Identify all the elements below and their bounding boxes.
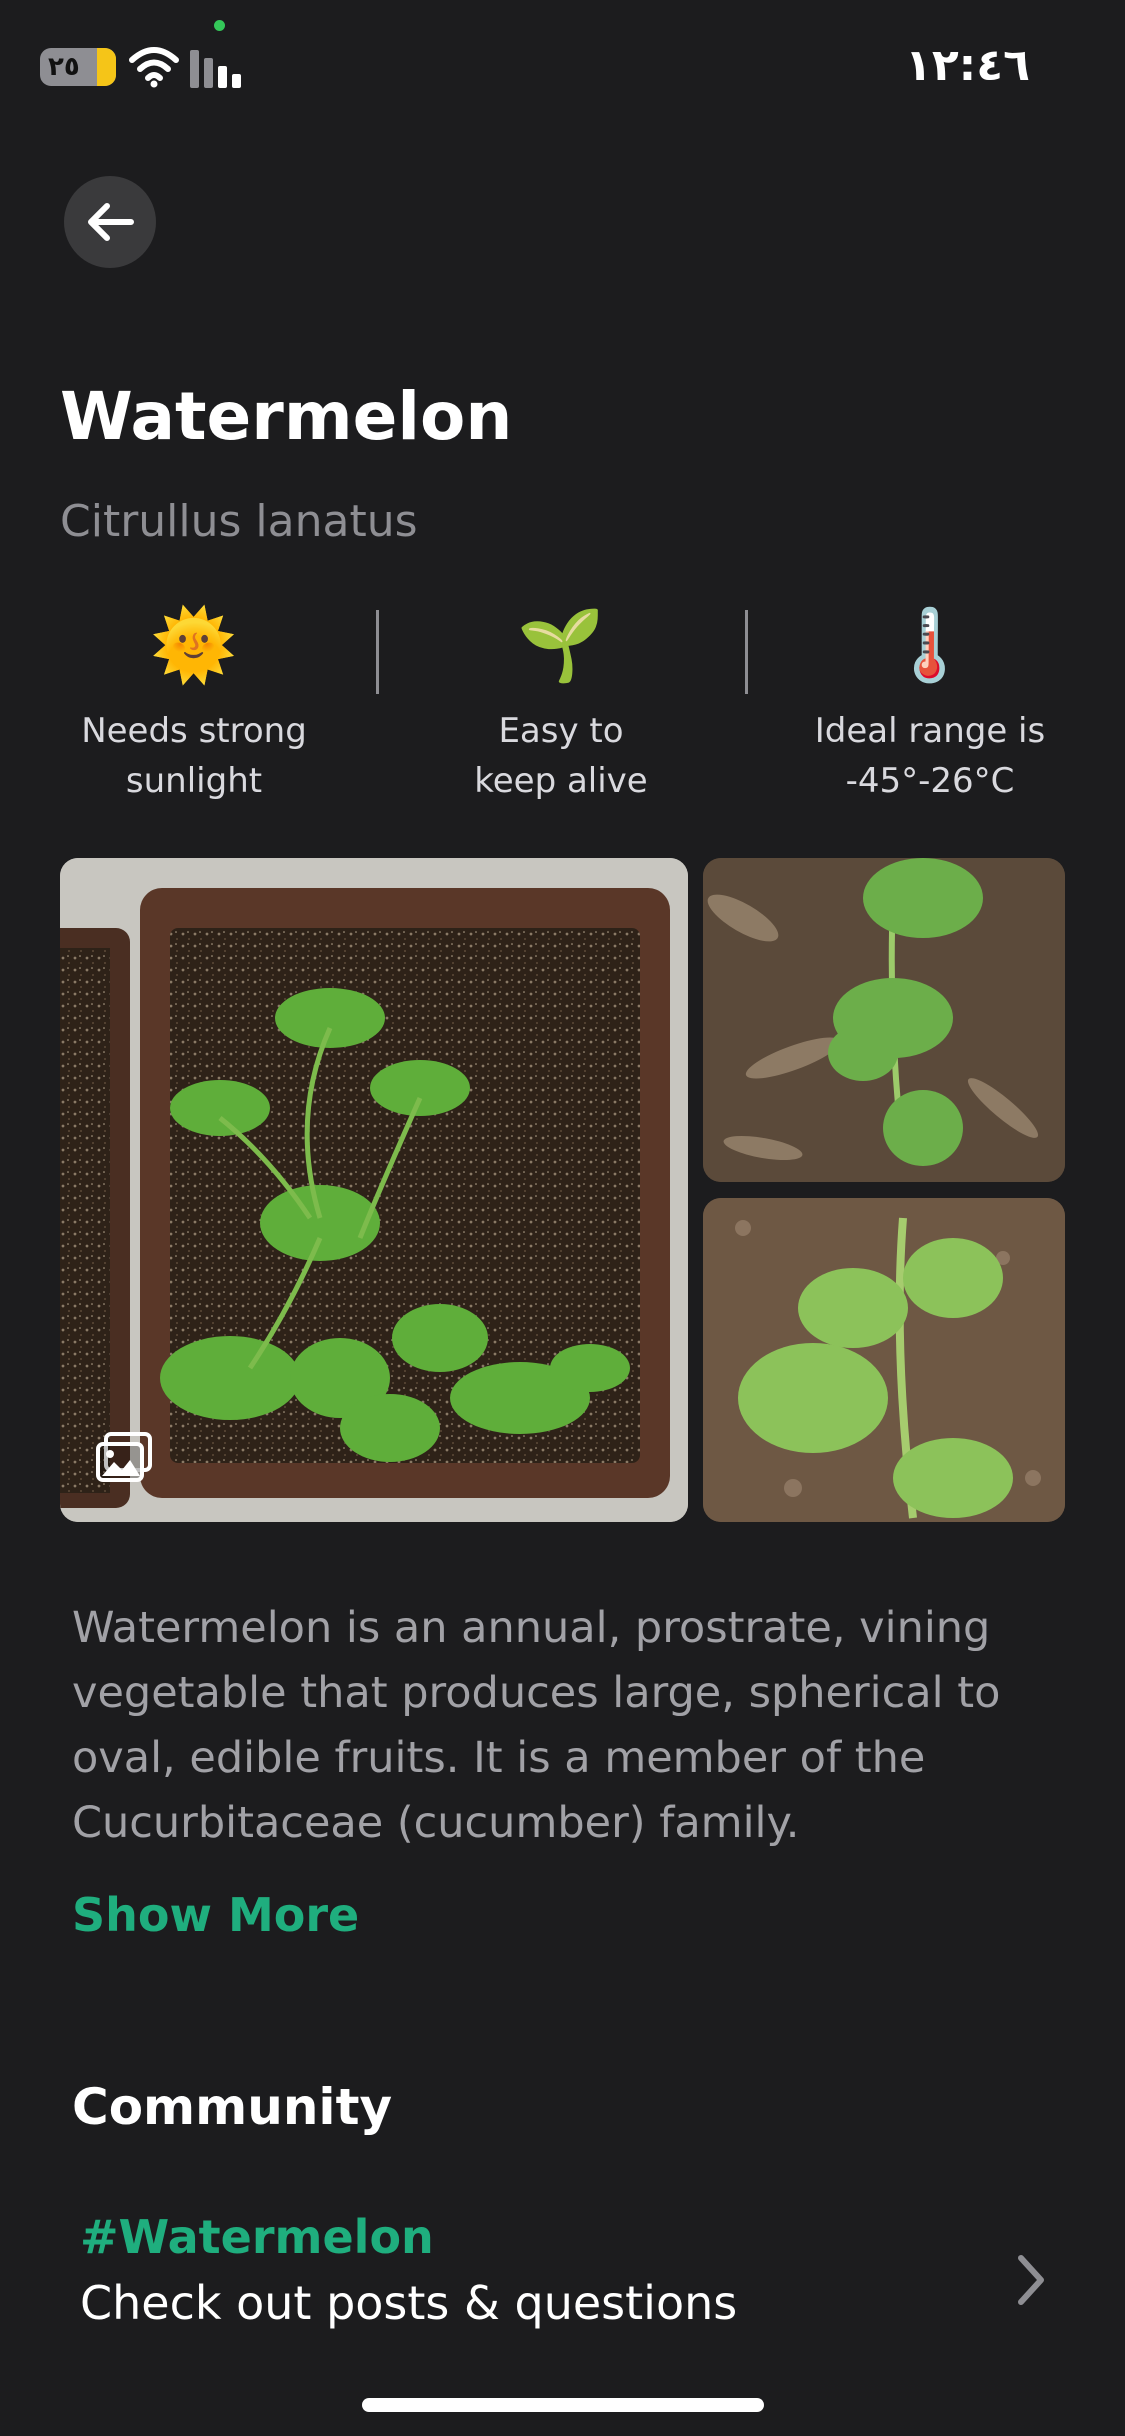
home-indicator[interactable] bbox=[362, 2398, 764, 2412]
scientific-name: Citrullus lanatus bbox=[60, 496, 418, 547]
arrow-left-icon bbox=[88, 203, 134, 241]
care-info-sunlight: 🌞 Needs strong sunlight bbox=[44, 600, 344, 806]
plant-description: Watermelon is an annual, prostrate, vini… bbox=[72, 1603, 1001, 1848]
seedlings-in-pot-image bbox=[60, 858, 688, 1522]
care-label-line1: Needs strong bbox=[81, 711, 307, 751]
battery-label: ٢٥ bbox=[48, 52, 80, 82]
status-bar: ٢٥ ١٢:٤٦ bbox=[0, 0, 1125, 140]
show-more-link[interactable]: Show More bbox=[72, 1888, 359, 1942]
gallery-photo-main[interactable] bbox=[60, 858, 688, 1522]
care-label-line1: Easy to bbox=[498, 711, 624, 751]
gallery-photo-2[interactable] bbox=[703, 858, 1065, 1182]
care-label-line2: -45°-26°C bbox=[845, 761, 1015, 801]
gallery-photo-3[interactable] bbox=[703, 1198, 1065, 1522]
care-label: Needs strong sunlight bbox=[44, 706, 344, 806]
community-heading: Community bbox=[72, 2078, 393, 2136]
care-label-line2: keep alive bbox=[474, 761, 648, 801]
care-info-temperature: 🌡️ Ideal range is -45°-26°C bbox=[780, 600, 1080, 806]
cellular-signal-icon bbox=[190, 50, 241, 88]
community-link-row[interactable]: #Watermelon Check out posts & questions bbox=[60, 2200, 1065, 2360]
seedling-icon: 🌱 bbox=[517, 604, 605, 686]
care-label: Easy to keep alive bbox=[411, 706, 711, 806]
care-info-difficulty: 🌱 Easy to keep alive bbox=[411, 600, 711, 806]
back-button[interactable] bbox=[64, 176, 156, 268]
divider bbox=[376, 610, 379, 694]
care-label: Ideal range is -45°-26°C bbox=[780, 706, 1080, 806]
sun-icon: 🌞 bbox=[150, 604, 238, 686]
page-title: Watermelon bbox=[60, 378, 513, 455]
thermometer-icon: 🌡️ bbox=[886, 604, 974, 686]
gallery-icon[interactable] bbox=[96, 1432, 152, 1484]
battery-level bbox=[97, 48, 116, 86]
community-subtitle: Check out posts & questions bbox=[80, 2276, 738, 2330]
watermelon-leaves-image bbox=[703, 1198, 1065, 1522]
wifi-icon bbox=[129, 47, 179, 88]
chevron-right-icon bbox=[1018, 2255, 1044, 2305]
camera-indicator bbox=[214, 20, 225, 31]
status-time: ١٢:٤٦ bbox=[904, 40, 1030, 91]
care-label-line1: Ideal range is bbox=[814, 711, 1046, 751]
divider bbox=[745, 610, 748, 694]
community-tag: #Watermelon bbox=[80, 2210, 434, 2264]
seedling-in-soil-image bbox=[703, 858, 1065, 1182]
care-label-line2: sunlight bbox=[125, 761, 263, 801]
battery-icon: ٢٥ bbox=[40, 48, 116, 86]
